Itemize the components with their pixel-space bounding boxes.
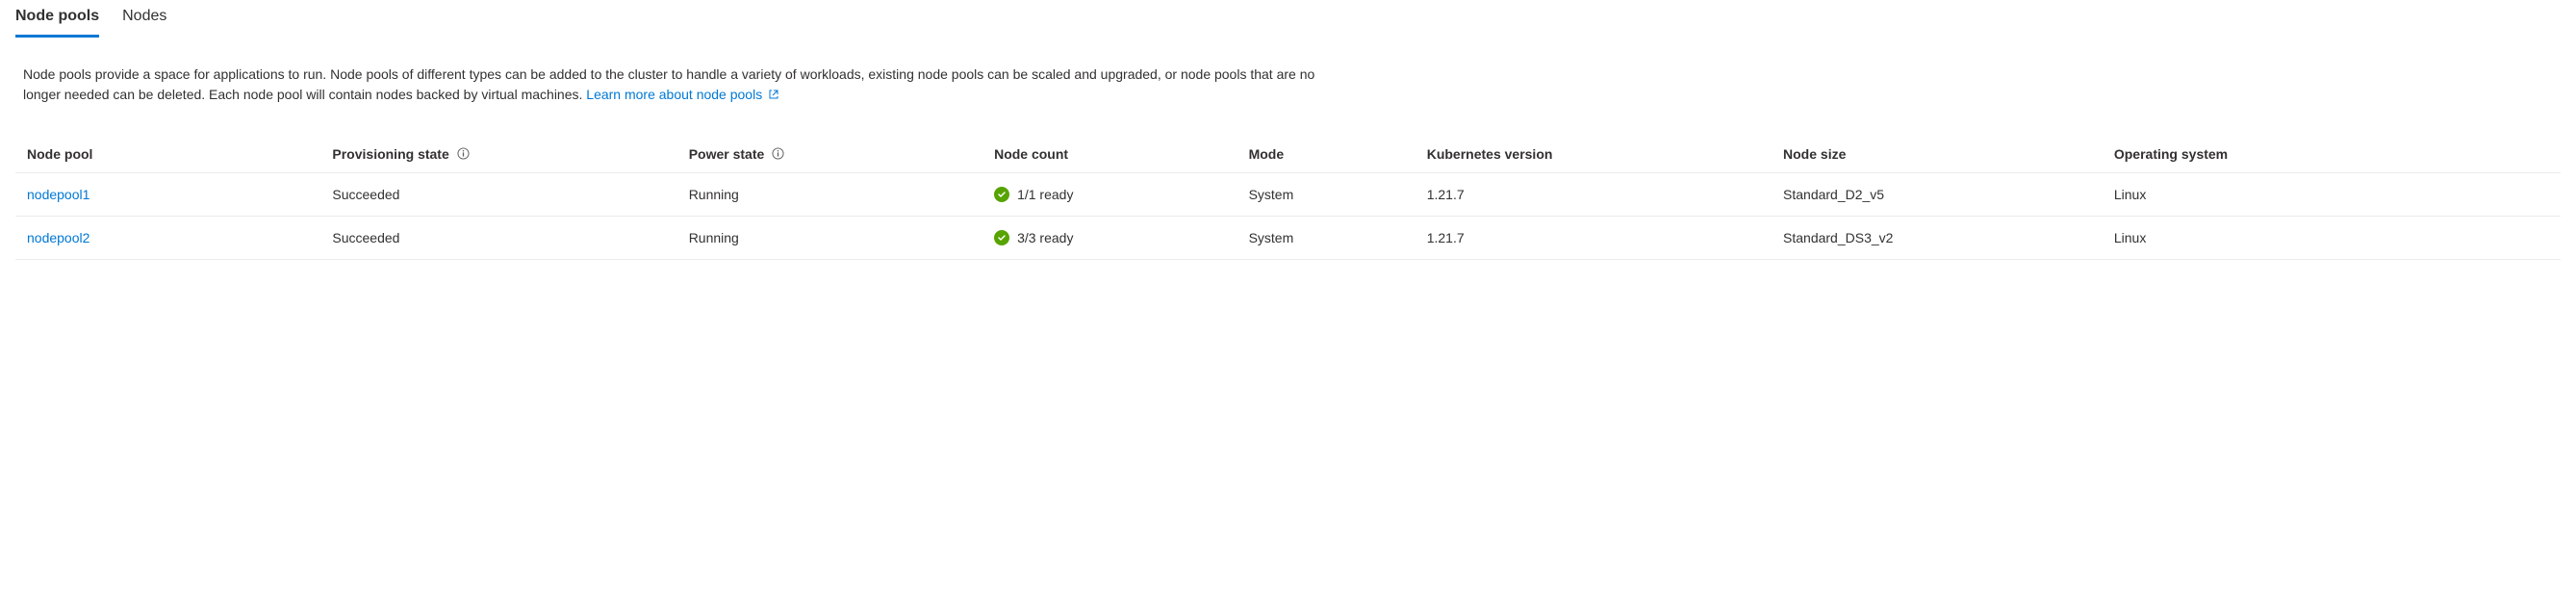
cell-kubernetes-version: 1.21.7	[1416, 217, 1772, 260]
header-node-count[interactable]: Node count	[982, 137, 1237, 173]
external-link-icon	[768, 86, 779, 106]
cell-power-state: Running	[677, 217, 982, 260]
cell-operating-system: Linux	[2103, 217, 2561, 260]
cell-mode: System	[1237, 217, 1416, 260]
header-power-state-label: Power state	[689, 146, 765, 162]
node-count-text: 3/3 ready	[1017, 230, 1073, 245]
header-operating-system[interactable]: Operating system	[2103, 137, 2561, 173]
header-kubernetes-version[interactable]: Kubernetes version	[1416, 137, 1772, 173]
learn-more-label: Learn more about node pools	[586, 87, 762, 102]
cell-mode: System	[1237, 173, 1416, 217]
cell-kubernetes-version: 1.21.7	[1416, 173, 1772, 217]
info-icon[interactable]	[457, 147, 470, 163]
header-node-pool[interactable]: Node pool	[15, 137, 320, 173]
tab-node-pools[interactable]: Node pools	[15, 0, 99, 38]
node-count-text: 1/1 ready	[1017, 187, 1073, 202]
node-pool-link[interactable]: nodepool2	[27, 230, 89, 245]
cell-operating-system: Linux	[2103, 173, 2561, 217]
header-node-size[interactable]: Node size	[1772, 137, 2103, 173]
description-text: Node pools provide a space for applicati…	[0, 64, 1347, 106]
table-row: nodepool1 Succeeded Running 1/1 ready Sy…	[15, 173, 2561, 217]
learn-more-link[interactable]: Learn more about node pools	[586, 87, 779, 102]
node-pools-table: Node pool Provisioning state Power state	[15, 137, 2561, 260]
table-header-row: Node pool Provisioning state Power state	[15, 137, 2561, 173]
success-check-icon	[994, 187, 1009, 202]
cell-node-size: Standard_D2_v5	[1772, 173, 2103, 217]
tab-nodes[interactable]: Nodes	[122, 0, 166, 38]
cell-node-size: Standard_DS3_v2	[1772, 217, 2103, 260]
node-pools-table-container: Node pool Provisioning state Power state	[0, 137, 2576, 260]
header-mode[interactable]: Mode	[1237, 137, 1416, 173]
cell-provisioning-state: Succeeded	[320, 217, 676, 260]
node-pool-link[interactable]: nodepool1	[27, 187, 89, 202]
table-row: nodepool2 Succeeded Running 3/3 ready Sy…	[15, 217, 2561, 260]
cell-power-state: Running	[677, 173, 982, 217]
tab-bar: Node pools Nodes	[0, 0, 2576, 38]
cell-node-count: 3/3 ready	[994, 230, 1226, 245]
header-provisioning-state[interactable]: Provisioning state	[320, 137, 676, 173]
header-power-state[interactable]: Power state	[677, 137, 982, 173]
cell-provisioning-state: Succeeded	[320, 173, 676, 217]
success-check-icon	[994, 230, 1009, 245]
info-icon[interactable]	[772, 147, 784, 163]
header-provisioning-state-label: Provisioning state	[332, 146, 448, 162]
cell-node-count: 1/1 ready	[994, 187, 1226, 202]
